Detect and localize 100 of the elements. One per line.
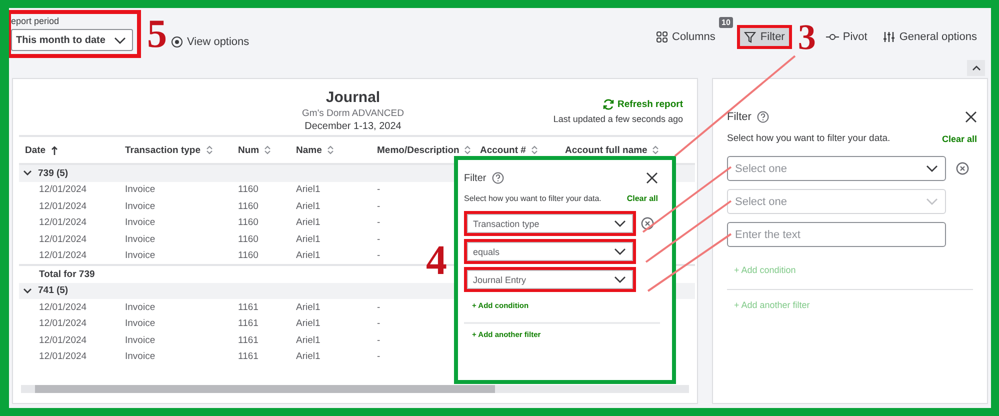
table-cell: Ariel1 (296, 200, 320, 212)
table-cell: Ariel1 (296, 250, 320, 262)
select-dropdown: Select one (727, 189, 946, 214)
group-total: Total for 739 (39, 268, 95, 280)
grid-icon (656, 31, 668, 43)
company-name: Gm's Dorm ADVANCED (302, 108, 404, 119)
callout-number: 4 (426, 240, 447, 282)
table-cell: 1161 (238, 318, 258, 330)
table-cell: 1160 (238, 234, 258, 245)
help-icon[interactable] (492, 172, 504, 184)
report-period-dropdown[interactable]: This month to date (11, 29, 133, 51)
remove-circle-icon[interactable] (641, 217, 654, 230)
hint-text: Select how you want to filter your data. (727, 133, 890, 144)
filter-icon (744, 31, 756, 43)
group-label: 741 (5) (38, 285, 68, 296)
table-cell: - (377, 351, 380, 362)
table-cell: 1160 (238, 184, 258, 196)
callout-number: 5 (147, 14, 167, 54)
table-cell: - (377, 234, 380, 245)
filter-dropdown[interactable]: equals (467, 242, 633, 261)
clear-all-link[interactable]: Clear all (626, 194, 658, 203)
general-button[interactable]: General options (879, 28, 981, 46)
table-cell: - (377, 250, 380, 262)
field-label: eport period (11, 16, 60, 26)
view-options-button[interactable]: View options (171, 36, 250, 48)
table-cell: Ariel1 (296, 184, 320, 196)
sort-icon[interactable] (326, 145, 334, 155)
column-header[interactable]: Account # (480, 144, 538, 156)
column-header[interactable]: Transaction type (125, 144, 212, 156)
remove-circle-icon[interactable] (956, 162, 969, 175)
column-header[interactable]: Num (238, 144, 272, 156)
table-cell: 12/01/2024 (39, 200, 87, 212)
table-cell: Invoice (125, 250, 156, 262)
table-cell: Invoice (125, 200, 156, 212)
column-header[interactable]: Name (296, 144, 334, 156)
collapse-button[interactable] (967, 60, 985, 76)
chevron-down-icon (614, 248, 626, 255)
pivot-button[interactable]: Pivot (822, 28, 872, 46)
chevron-down-icon[interactable] (23, 170, 32, 176)
panel-title: Filter (727, 111, 752, 123)
table-cell: 12/01/2024 (39, 318, 87, 330)
table-cell: Ariel1 (296, 217, 320, 228)
table-cell: 12/01/2024 (39, 217, 87, 228)
chevron-down-icon (614, 220, 626, 227)
table-cell: - (377, 334, 380, 346)
column-header[interactable]: Memo/Description (377, 144, 472, 156)
chevron-up-icon (972, 65, 980, 71)
help-icon[interactable] (757, 111, 770, 123)
table-cell: Ariel1 (296, 334, 320, 346)
pivot-icon (826, 32, 839, 42)
table-cell: 12/01/2024 (39, 234, 87, 245)
sort-up-icon[interactable] (50, 146, 58, 154)
filter-dropdown[interactable]: Journal Entry (467, 270, 633, 289)
horizontal-scrollbar[interactable] (21, 385, 689, 393)
chevron-down-icon (926, 198, 938, 205)
table-cell: Invoice (125, 234, 156, 245)
filter-dropdown[interactable]: Transaction type (467, 214, 633, 233)
last-updated-text: Last updated a few seconds ago (553, 114, 683, 124)
hint-text: Select how you want to filter your data. (464, 194, 602, 203)
table-cell: 12/01/2024 (39, 302, 87, 313)
table-cell: - (377, 318, 380, 330)
table-cell: Invoice (125, 302, 156, 313)
table-cell: - (377, 184, 380, 196)
table-cell: 1161 (238, 351, 258, 362)
sort-icon[interactable] (530, 145, 538, 155)
close-icon[interactable] (646, 172, 658, 184)
table-cell: - (377, 217, 380, 228)
close-icon[interactable] (965, 111, 977, 123)
clear-all-link[interactable]: Clear all (942, 134, 977, 144)
chevron-down-icon[interactable] (23, 288, 32, 294)
count-badge: 10 (718, 17, 734, 28)
table-cell: 12/01/2024 (39, 334, 87, 346)
table-cell: Ariel1 (296, 318, 320, 330)
table-cell: 1161 (238, 334, 258, 346)
callout-number: 3 (798, 22, 816, 52)
table-cell: 12/01/2024 (39, 351, 87, 362)
chevron-down-icon (114, 36, 126, 44)
chevron-down-icon (926, 165, 938, 172)
date-range: December 1-13, 2024 (304, 121, 402, 132)
column-header[interactable]: Account full name (565, 144, 660, 156)
table-cell: 1160 (238, 200, 258, 212)
sliders-icon (883, 31, 896, 43)
report-title: Journal (326, 89, 380, 106)
sort-icon[interactable] (652, 145, 660, 155)
column-header[interactable]: Date (25, 144, 58, 156)
refresh-icon (602, 99, 614, 110)
table-cell: Ariel1 (296, 234, 320, 245)
refresh-report-link[interactable]: Refresh report (602, 99, 683, 110)
columns-button[interactable]: Columns (652, 28, 720, 46)
table-cell: - (377, 200, 380, 212)
table-cell: 1160 (238, 217, 258, 228)
chevron-down-icon (614, 276, 626, 283)
table-cell: Invoice (125, 184, 156, 196)
table-cell: Ariel1 (296, 302, 320, 313)
sort-icon[interactable] (464, 145, 472, 155)
filter-button[interactable]: Filter (740, 28, 789, 46)
sort-icon[interactable] (264, 145, 272, 155)
table-cell: - (377, 302, 380, 313)
table-cell: 1161 (238, 302, 258, 313)
sort-icon[interactable] (206, 145, 212, 155)
